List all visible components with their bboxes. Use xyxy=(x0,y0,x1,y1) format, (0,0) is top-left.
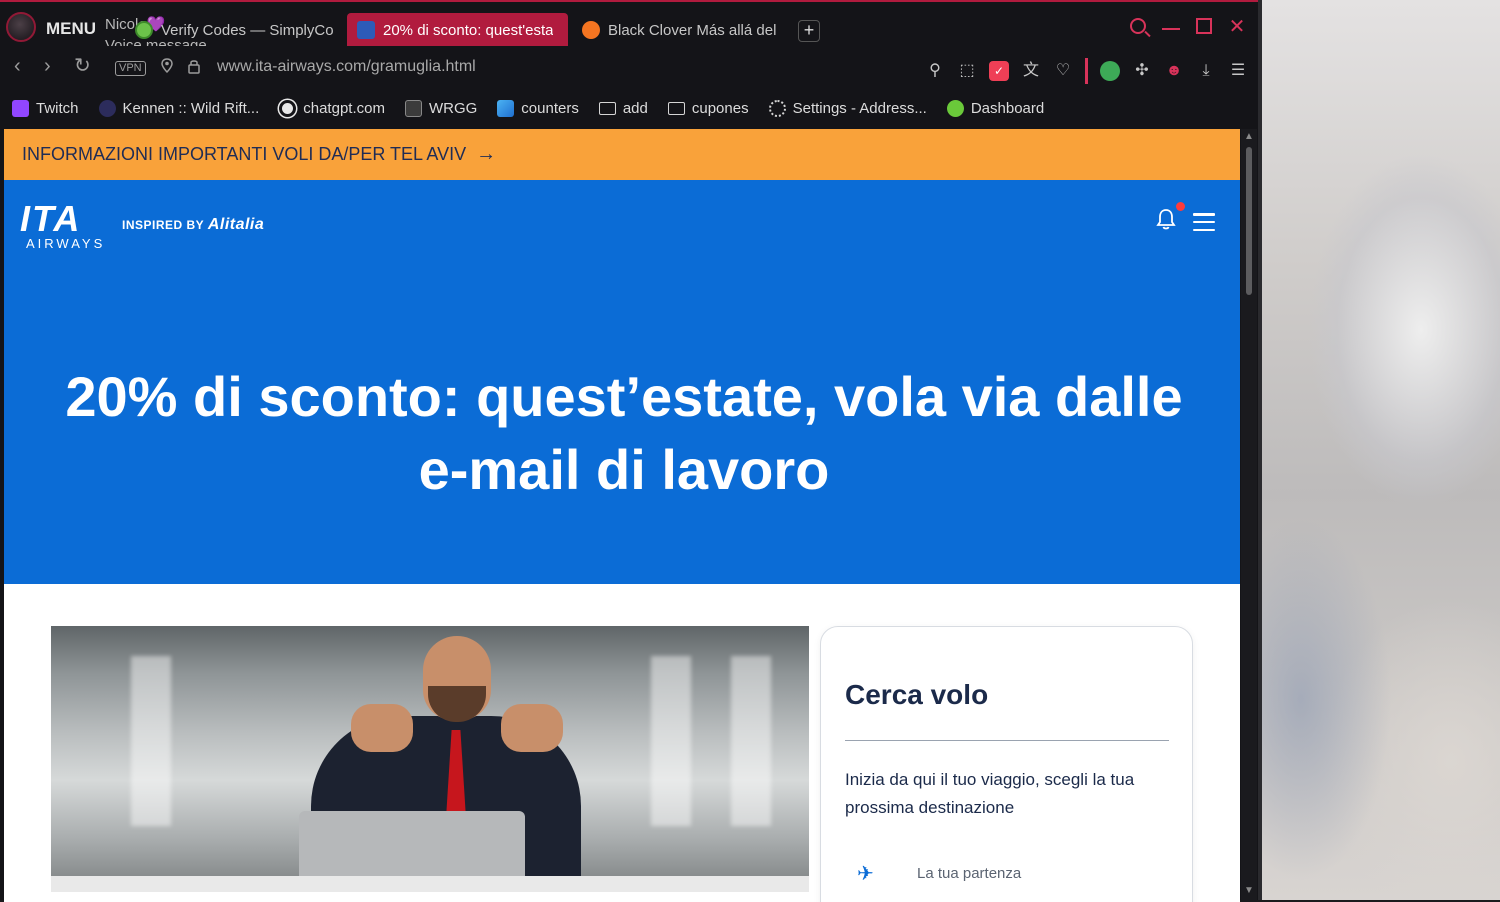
menu-label: MENU xyxy=(46,19,97,38)
plane-takeoff-icon: ✈ xyxy=(857,863,874,885)
extensions-toolbar: ⚲ ⬚ ✓ 文 ♡ ✣ ☻ ⤓ ☰ xyxy=(925,58,1248,84)
account-icon[interactable]: ☻ xyxy=(1164,61,1184,81)
forward-icon[interactable]: › xyxy=(44,56,51,76)
inspired-by-alitalia: INSPIRED BY Alitalia xyxy=(122,216,264,234)
tab-verify-codes[interactable]: Verify Codes — SimplyCo xyxy=(125,13,343,47)
bookmark-label: Kennen :: Wild Rift... xyxy=(122,99,260,117)
chatgpt-icon xyxy=(279,99,297,117)
arrow-right-icon: → xyxy=(476,143,497,165)
twitch-icon xyxy=(12,99,29,117)
bookmark-chatgpt[interactable]: chatgpt.com xyxy=(279,99,385,117)
hero-section: ITA AIRWAYS INSPIRED BY Alitalia 20% di … xyxy=(4,180,1240,584)
hamburger-menu-icon[interactable] xyxy=(1193,213,1215,231)
tab-search-icon[interactable] xyxy=(1130,18,1146,34)
maximize-icon[interactable] xyxy=(1196,18,1212,34)
wrgg-icon xyxy=(404,99,422,117)
flight-search-card: Cerca volo Inizia da qui il tuo viaggio,… xyxy=(820,626,1193,902)
alitalia-text: Alitalia xyxy=(207,216,265,233)
gear-icon xyxy=(768,99,786,117)
bookmark-label: Twitch xyxy=(36,99,79,117)
tab-black-clover[interactable]: Black Clover Más allá del xyxy=(572,13,790,47)
search-card-title: Cerca volo xyxy=(845,679,989,710)
web-page: INFORMAZIONI IMPORTANTI VOLI DA/PER TEL … xyxy=(4,129,1240,902)
bookmark-label: cupones xyxy=(691,99,749,117)
green-extension-icon[interactable] xyxy=(1100,61,1120,81)
toolbar-separator xyxy=(1085,58,1088,84)
verify-icon xyxy=(135,21,153,39)
new-tab-button[interactable]: + xyxy=(798,20,820,42)
crunchyroll-icon xyxy=(582,21,600,39)
bookmark-settings[interactable]: Settings - Address... xyxy=(768,99,927,117)
lock-icon[interactable] xyxy=(187,58,201,74)
bookmark-twitch[interactable]: Twitch xyxy=(12,99,79,117)
reload-icon[interactable]: ↻ xyxy=(74,56,91,76)
download-icon[interactable]: ⤓ xyxy=(1196,61,1216,81)
kennen-icon xyxy=(98,99,116,117)
easy-setup-icon[interactable]: ☰ xyxy=(1228,61,1248,81)
snapshot-icon[interactable]: ⬚ xyxy=(957,61,977,81)
bookmarks-bar: Twitch Kennen :: Wild Rift... chatgpt.co… xyxy=(0,90,1258,126)
minimize-icon[interactable] xyxy=(1162,18,1180,30)
pocket-icon[interactable]: ✓ xyxy=(989,61,1009,81)
address-bar: ‹ › ↻ VPN www.ita-airways.com/gramuglia.… xyxy=(0,46,1258,86)
folder-icon xyxy=(598,101,616,115)
bookmark-label: add xyxy=(622,99,648,117)
bookmark-folder-cupones[interactable]: cupones xyxy=(667,99,749,117)
divider xyxy=(845,740,1169,741)
tab-title: 20% di sconto: quest'esta xyxy=(383,21,554,39)
scroll-up-icon[interactable]: ▲ xyxy=(1244,131,1254,142)
pin-icon[interactable]: ⚲ xyxy=(925,61,945,81)
close-icon[interactable]: ✕ xyxy=(1228,17,1246,37)
tab-title: Black Clover Más allá del xyxy=(608,21,777,39)
search-card-description: Inizia da qui il tuo viaggio, scegli la … xyxy=(845,770,1135,817)
bookmark-counters[interactable]: counters xyxy=(497,99,579,117)
vpn-badge[interactable]: VPN xyxy=(115,61,146,76)
opera-logo-icon xyxy=(6,12,36,42)
bookmark-label: counters xyxy=(521,99,579,117)
ita-favicon-icon xyxy=(357,21,375,39)
extensions-icon[interactable]: ✣ xyxy=(1132,61,1152,81)
hero-photo xyxy=(51,626,809,892)
bookmark-label: Settings - Address... xyxy=(792,99,927,117)
logo-brand: ITA xyxy=(20,198,82,239)
translate-icon[interactable]: 文 xyxy=(1021,61,1041,81)
folder-icon xyxy=(667,101,685,115)
departure-input[interactable]: La tua partenza xyxy=(917,865,1021,882)
browser-window: MENU Nicole💜 Voice message Verify Codes … xyxy=(0,0,1258,902)
bookmark-kennen[interactable]: Kennen :: Wild Rift... xyxy=(98,99,260,117)
heart-icon[interactable]: ♡ xyxy=(1053,61,1073,81)
url-field[interactable]: www.ita-airways.com/gramuglia.html xyxy=(217,58,476,76)
tab-strip: MENU Nicole💜 Voice message Verify Codes … xyxy=(0,4,1258,54)
bookmark-dashboard[interactable]: Dashboard xyxy=(946,99,1045,117)
bookmark-label: Dashboard xyxy=(970,99,1045,117)
alert-banner[interactable]: INFORMAZIONI IMPORTANTI VOLI DA/PER TEL … xyxy=(4,129,1240,180)
inspired-text: INSPIRED BY xyxy=(122,218,204,232)
bookmark-label: chatgpt.com xyxy=(303,99,385,117)
notification-dot xyxy=(1176,202,1185,211)
page-scrollbar[interactable]: ▲ ▼ xyxy=(1241,129,1257,902)
dashboard-icon xyxy=(946,99,964,117)
notification-bell-icon[interactable] xyxy=(1156,208,1176,232)
desktop-wallpaper xyxy=(1261,0,1500,900)
counters-icon xyxy=(497,99,515,117)
page-title: 20% di sconto: quest’estate, vola via da… xyxy=(65,365,1183,501)
tab-ita-airways-active[interactable]: 20% di sconto: quest'esta xyxy=(347,13,568,47)
logo-sub: AIRWAYS xyxy=(26,236,106,251)
back-icon[interactable]: ‹ xyxy=(14,56,21,76)
location-pin-icon[interactable] xyxy=(160,58,174,74)
alert-text: INFORMAZIONI IMPORTANTI VOLI DA/PER TEL … xyxy=(22,144,467,164)
menu-button[interactable]: MENU xyxy=(6,12,104,42)
window-controls: ✕ xyxy=(1130,17,1246,37)
scroll-down-icon[interactable]: ▼ xyxy=(1244,885,1254,896)
bookmark-label: WRGG xyxy=(428,99,478,117)
tab-title: Verify Codes — SimplyCo xyxy=(161,21,333,39)
bookmark-folder-add[interactable]: add xyxy=(598,99,648,117)
scroll-thumb[interactable] xyxy=(1246,147,1252,295)
ita-airways-logo[interactable]: ITA AIRWAYS xyxy=(20,198,106,252)
bookmark-wrgg[interactable]: WRGG xyxy=(404,99,478,117)
